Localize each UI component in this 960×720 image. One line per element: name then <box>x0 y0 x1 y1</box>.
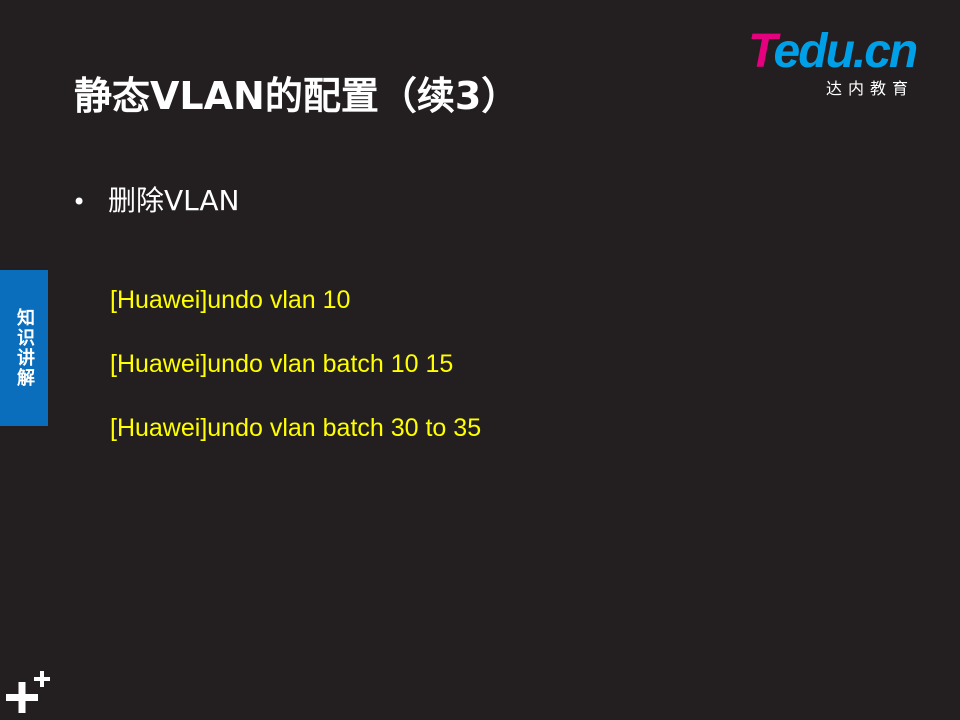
bullet-dot-icon: • <box>72 188 87 216</box>
slide-title: 静态VLAN的配置（续3） <box>74 74 520 118</box>
tedu-logo: Tedu.cn 达内教育 <box>748 28 938 100</box>
side-tab-label: 知识讲解 <box>14 308 35 388</box>
command-line: [Huawei]undo vlan batch 10 15 <box>110 350 454 378</box>
logo-subtitle: 达内教育 <box>826 79 915 98</box>
logo-mark-t: T <box>748 25 776 78</box>
logo-mark-rest: edu.cn <box>773 25 919 78</box>
command-line: [Huawei]undo vlan batch 30 to 35 <box>110 414 482 442</box>
side-tab: 知识讲解 <box>0 270 48 426</box>
logo-mark: Tedu.cn <box>748 25 919 78</box>
command-list: [Huawei]undo vlan 10 [Huawei]undo vlan b… <box>110 284 481 476</box>
bullet-item: • 删除VLAN <box>72 182 240 221</box>
command-line: [Huawei]undo vlan 10 <box>110 286 351 314</box>
bullet-text: 删除VLAN <box>108 184 240 217</box>
plus-plus-icon <box>6 671 50 713</box>
slide: 静态VLAN的配置（续3） Tedu.cn 达内教育 • 删除VLAN [Huaw… <box>0 0 960 720</box>
